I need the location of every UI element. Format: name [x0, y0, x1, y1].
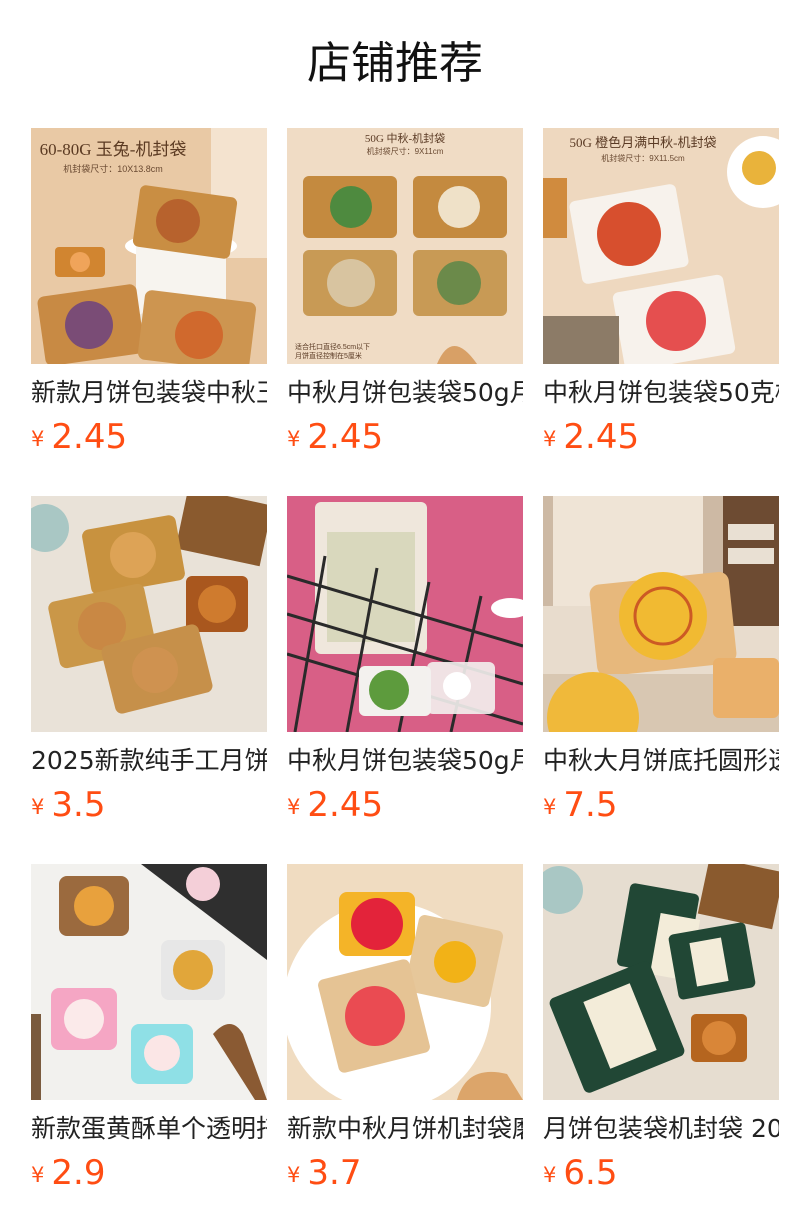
image-note-1: 适合托口直径6.5cm以下 — [295, 342, 370, 351]
product-card[interactable]: 中秋月饼包装袋50g月饼机封袋 ¥2.45 — [287, 496, 523, 864]
product-name[interactable]: 中秋月饼包装袋50g月饼机封袋 — [287, 376, 523, 410]
product-name[interactable]: 月饼包装袋机封袋 2025新款 — [543, 1112, 779, 1146]
product-image[interactable]: 50G 橙色月满中秋-机封袋 机封袋尺寸：9X11.5cm — [543, 128, 779, 364]
price-amount: 2.45 — [307, 417, 384, 457]
image-caption-size: 机封袋尺寸：9X11.5cm — [601, 153, 685, 163]
product-image[interactable] — [543, 496, 779, 732]
product-image-graphic: 50G 橙色月满中秋-机封袋 机封袋尺寸：9X11.5cm — [543, 128, 779, 364]
price-amount: 2.45 — [51, 417, 128, 457]
product-image-graphic — [543, 864, 779, 1100]
image-caption-title: 50G 中秋-机封袋 — [365, 131, 445, 145]
image-caption-title: 60-80G 玉兔-机封袋 — [40, 140, 187, 159]
product-name[interactable]: 新款月饼包装袋中秋玉兔机封袋 — [31, 376, 267, 410]
shop-recommendations-page: 店铺推荐 60-80G 玉兔-机封袋 机封袋尺寸：10X13.8cm 新款月饼包… — [0, 0, 790, 1232]
image-note-2: 月饼直径控制在5厘米 — [295, 351, 362, 360]
currency-symbol: ¥ — [31, 795, 45, 819]
currency-symbol: ¥ — [543, 1163, 557, 1187]
product-card[interactable]: 50G 橙色月满中秋-机封袋 机封袋尺寸：9X11.5cm 中秋月饼包装袋50克… — [543, 128, 779, 496]
product-name[interactable]: 新款蛋黄酥单个透明托盒 — [31, 1112, 267, 1146]
price-amount: 7.5 — [563, 785, 618, 825]
product-image[interactable] — [287, 496, 523, 732]
currency-symbol: ¥ — [287, 427, 301, 451]
product-price: ¥2.9 — [31, 1152, 105, 1194]
page-title: 店铺推荐 — [307, 38, 483, 89]
product-price: ¥7.5 — [543, 784, 617, 826]
product-image-graphic — [31, 864, 267, 1100]
price-amount: 6.5 — [563, 1153, 618, 1193]
product-image[interactable] — [543, 864, 779, 1100]
product-price: ¥2.45 — [287, 416, 383, 458]
product-price: ¥2.45 — [31, 416, 127, 458]
product-image[interactable] — [31, 864, 267, 1100]
product-card[interactable]: 新款蛋黄酥单个透明托盒 ¥2.9 — [31, 864, 267, 1232]
currency-symbol: ¥ — [31, 427, 45, 451]
product-image-graphic: 50G 中秋-机封袋 机封袋尺寸：9X11cm 适合托口直径6.5cm以下 月饼… — [287, 128, 523, 364]
product-name[interactable]: 新款中秋月饼机封袋磨砂 — [287, 1112, 523, 1146]
product-card[interactable]: 新款中秋月饼机封袋磨砂 ¥3.7 — [287, 864, 523, 1232]
product-image[interactable] — [31, 496, 267, 732]
product-card[interactable]: 中秋大月饼底托圆形透明托 ¥7.5 — [543, 496, 779, 864]
product-price: ¥3.5 — [31, 784, 105, 826]
product-price: ¥6.5 — [543, 1152, 617, 1194]
image-caption-size: 机封袋尺寸：10X13.8cm — [63, 163, 163, 174]
product-card[interactable]: 60-80G 玉兔-机封袋 机封袋尺寸：10X13.8cm 新款月饼包装袋中秋玉… — [31, 128, 267, 496]
product-price: ¥2.45 — [287, 784, 383, 826]
product-image[interactable]: 50G 中秋-机封袋 机封袋尺寸：9X11cm 适合托口直径6.5cm以下 月饼… — [287, 128, 523, 364]
product-image[interactable] — [287, 864, 523, 1100]
product-name[interactable]: 中秋月饼包装袋50克橙色月满中秋 — [543, 376, 779, 410]
product-image-graphic — [31, 496, 267, 732]
product-name[interactable]: 2025新款纯手工月饼包装袋 — [31, 744, 267, 778]
price-amount: 2.45 — [307, 785, 384, 825]
price-amount: 3.5 — [51, 785, 106, 825]
product-image-graphic — [287, 864, 523, 1100]
product-card[interactable]: 月饼包装袋机封袋 2025新款 ¥6.5 — [543, 864, 779, 1232]
product-card[interactable]: 50G 中秋-机封袋 机封袋尺寸：9X11cm 适合托口直径6.5cm以下 月饼… — [287, 128, 523, 496]
product-image-graphic: 60-80G 玉兔-机封袋 机封袋尺寸：10X13.8cm — [31, 128, 267, 364]
price-amount: 3.7 — [307, 1153, 362, 1193]
product-image-graphic — [543, 496, 779, 732]
image-caption-size: 机封袋尺寸：9X11cm — [367, 146, 444, 156]
currency-symbol: ¥ — [287, 795, 301, 819]
product-grid: 60-80G 玉兔-机封袋 机封袋尺寸：10X13.8cm 新款月饼包装袋中秋玉… — [31, 128, 790, 1232]
currency-symbol: ¥ — [543, 795, 557, 819]
price-amount: 2.9 — [51, 1153, 106, 1193]
currency-symbol: ¥ — [543, 427, 557, 451]
product-card[interactable]: 2025新款纯手工月饼包装袋 ¥3.5 — [31, 496, 267, 864]
price-amount: 2.45 — [563, 417, 640, 457]
product-name[interactable]: 中秋大月饼底托圆形透明托 — [543, 744, 779, 778]
product-name[interactable]: 中秋月饼包装袋50g月饼机封袋 — [287, 744, 523, 778]
product-price: ¥2.45 — [543, 416, 639, 458]
product-image-graphic — [287, 496, 523, 732]
product-image[interactable]: 60-80G 玉兔-机封袋 机封袋尺寸：10X13.8cm — [31, 128, 267, 364]
currency-symbol: ¥ — [31, 1163, 45, 1187]
image-caption-title: 50G 橙色月满中秋-机封袋 — [570, 135, 717, 150]
currency-symbol: ¥ — [287, 1163, 301, 1187]
product-price: ¥3.7 — [287, 1152, 361, 1194]
